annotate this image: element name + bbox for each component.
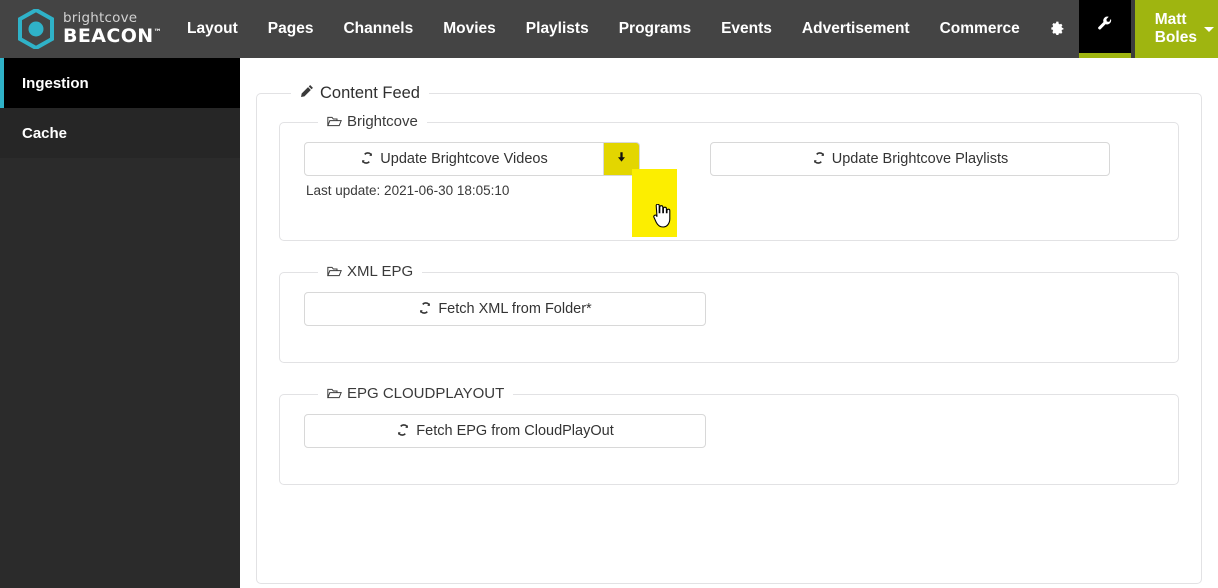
- nav-item-pages[interactable]: Pages: [253, 0, 329, 58]
- nav-item-layout[interactable]: Layout: [172, 0, 253, 58]
- update-brightcove-videos-button[interactable]: Update Brightcove Videos: [304, 142, 604, 176]
- open-folder-icon: [327, 265, 342, 282]
- nav-item-advertisement[interactable]: Advertisement: [787, 0, 925, 58]
- brand-name-bottom: BEACON™: [63, 24, 162, 47]
- epg-cloudplayout-buttons-row: Fetch EPG from CloudPlayOut: [304, 414, 1154, 448]
- sidebar-item-label: Cache: [22, 124, 68, 142]
- nav-item-events[interactable]: Events: [706, 0, 787, 58]
- content-feed-legend: Content Feed: [291, 84, 429, 103]
- xml-epg-buttons-row: Fetch XML from Folder*: [304, 292, 1154, 326]
- content-feed-panel: Content Feed Brightcove Update Brightcov…: [256, 84, 1202, 584]
- nav-item-channels[interactable]: Channels: [328, 0, 428, 58]
- xml-epg-group-title: XML EPG: [347, 263, 414, 280]
- content-feed-title: Content Feed: [320, 84, 420, 102]
- brightcove-last-update: Last update: 2021-06-30 18:05:10: [306, 183, 510, 198]
- download-button-highlight: [632, 169, 677, 237]
- wrench-icon: [1097, 16, 1113, 37]
- fetch-epg-from-cloudplayout-button[interactable]: Fetch EPG from CloudPlayOut: [304, 414, 706, 448]
- user-menu-button[interactable]: Matt Boles: [1130, 0, 1218, 58]
- nav-item-movies[interactable]: Movies: [428, 0, 511, 58]
- update-brightcove-videos-label: Update Brightcove Videos: [380, 151, 548, 167]
- pencil-icon: [300, 84, 314, 103]
- sidebar-item-ingestion[interactable]: Ingestion: [0, 58, 240, 108]
- nav-item-commerce[interactable]: Commerce: [925, 0, 1035, 58]
- settings-nav-button[interactable]: [1035, 0, 1079, 58]
- brand-name-top: brightcove: [63, 10, 138, 27]
- download-arrow-icon: [615, 151, 628, 168]
- brightcove-buttons-row: Update Brightcove Videos Last update: 20…: [304, 142, 1154, 198]
- epg-cloudplayout-group: EPG CLOUDPLAYOUT Fetch EPG from CloudPla…: [279, 385, 1179, 485]
- sync-refresh-icon: [418, 301, 432, 318]
- gear-icon: [1049, 19, 1065, 40]
- xml-epg-group-legend: XML EPG: [318, 263, 422, 282]
- xml-epg-group: XML EPG Fetch XML from Folder*: [279, 263, 1179, 363]
- main-content-area: Content Feed Brightcove Update Brightcov…: [240, 58, 1218, 588]
- nav-item-playlists[interactable]: Playlists: [511, 0, 604, 58]
- user-menu-label: Matt Boles: [1154, 11, 1197, 46]
- top-navigation-bar: brightcove BEACON™ Layout Pages Channels…: [0, 0, 1218, 58]
- trademark-mark: ™: [153, 27, 162, 37]
- open-folder-icon: [327, 115, 342, 132]
- fetch-xml-from-folder-button[interactable]: Fetch XML from Folder*: [304, 292, 706, 326]
- brightcove-group-title: Brightcove: [347, 113, 418, 130]
- fetch-xml-from-folder-label: Fetch XML from Folder*: [438, 301, 592, 317]
- caret-down-icon: [1203, 26, 1214, 32]
- sync-refresh-icon: [812, 151, 826, 168]
- update-brightcove-playlists-label: Update Brightcove Playlists: [831, 151, 1009, 167]
- update-brightcove-playlists-button[interactable]: Update Brightcove Playlists: [710, 142, 1110, 176]
- fetch-epg-from-cloudplayout-label: Fetch EPG from CloudPlayOut: [416, 423, 614, 439]
- brightcove-group: Brightcove Update Brightcove Videos Last…: [279, 113, 1179, 241]
- brightcove-group-legend: Brightcove: [318, 113, 427, 132]
- sidebar-item-label: Ingestion: [22, 74, 89, 92]
- sidebar-item-cache[interactable]: Cache: [0, 108, 240, 158]
- tools-nav-button[interactable]: [1078, 0, 1131, 58]
- brand-logo[interactable]: brightcove BEACON™: [0, 0, 172, 58]
- nav-links: Layout Pages Channels Movies Playlists P…: [172, 0, 1131, 58]
- sync-refresh-icon: [396, 423, 410, 440]
- sync-refresh-icon: [360, 151, 374, 168]
- brightcove-hexagon-logo-icon: [18, 7, 54, 51]
- epg-cloudplayout-group-legend: EPG CLOUDPLAYOUT: [318, 385, 513, 404]
- open-folder-icon: [327, 387, 342, 404]
- left-sidebar: Ingestion Cache: [0, 58, 240, 588]
- epg-cloudplayout-group-title: EPG CLOUDPLAYOUT: [347, 385, 505, 402]
- nav-item-programs[interactable]: Programs: [604, 0, 706, 58]
